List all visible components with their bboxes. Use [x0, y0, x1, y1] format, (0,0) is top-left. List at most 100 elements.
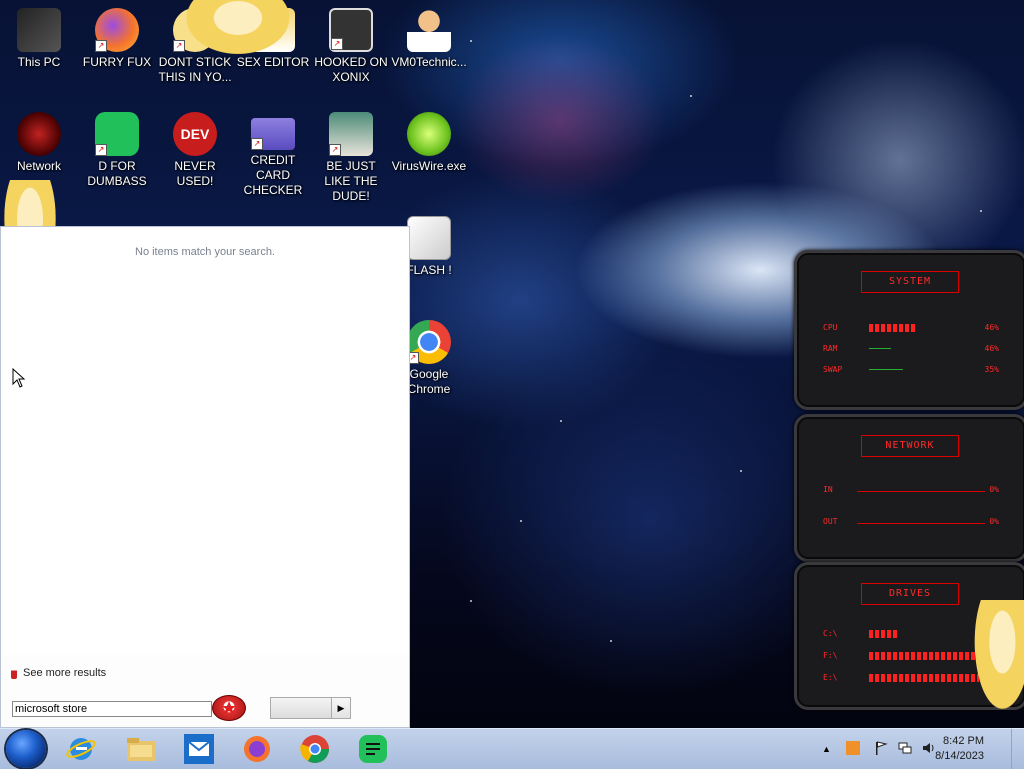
- lime-icon: [407, 112, 451, 156]
- chat-bubble-green-icon: ↗: [95, 112, 139, 156]
- see-more-results-link[interactable]: See more results: [11, 667, 106, 679]
- system-monitor-gadget: SYSTEM CPU 46% RAM 46% SWAP 35%: [794, 250, 1024, 410]
- tray-app-icon[interactable]: [846, 741, 860, 755]
- desktop-icon-furry-fux[interactable]: ↗ FURRY FUX: [78, 8, 156, 70]
- desktop-icon-d-for-dumbass[interactable]: ↗ D FOR DUMBASS: [78, 112, 156, 189]
- desktop-icon-label: This PC: [17, 55, 61, 69]
- desktop-icon-label: NEVER USED!: [174, 159, 216, 188]
- clock-date: 8/14/2023: [935, 750, 984, 762]
- drive-f-label: F:\: [823, 651, 838, 660]
- search-star-button[interactable]: [212, 695, 246, 721]
- cpu-label: CPU: [823, 323, 838, 332]
- chrome-icon: [300, 735, 329, 763]
- desktop-icon-network[interactable]: Network: [0, 112, 78, 174]
- flag-icon[interactable]: [874, 741, 888, 755]
- taskbar-green-app[interactable]: [356, 732, 390, 766]
- cartoon-character-sticker: [178, 0, 298, 60]
- star-icon: [222, 701, 236, 714]
- desktop-icon-this-pc[interactable]: This PC: [0, 8, 78, 70]
- bearded-man-icon: ↗: [329, 112, 373, 156]
- mouse-cursor-icon: [12, 368, 26, 388]
- bottle-icon: [11, 667, 17, 679]
- flash-player-icon: [407, 216, 451, 260]
- network-out-graph: [857, 523, 985, 524]
- desktop-icon-label: HOOKED ON XONIX: [314, 55, 388, 84]
- cartoon-character-sticker: [970, 600, 1024, 720]
- taskbar-firefox[interactable]: [240, 732, 274, 766]
- cpu-bar: [869, 324, 915, 332]
- no-results-message: No items match your search.: [135, 246, 275, 258]
- ram-bar: [869, 348, 891, 349]
- xonix-game-icon: ↗: [329, 8, 373, 52]
- tray-overflow-arrow[interactable]: ▲: [822, 744, 832, 758]
- cpu-row: CPU 46%: [823, 321, 999, 335]
- desktop-icon-label: BE JUST LIKE THE DUDE!: [324, 159, 378, 203]
- network-out-label: OUT: [823, 517, 838, 526]
- chat-bubble-green-icon: [359, 735, 387, 763]
- tray-clock[interactable]: 8:42 PM 8/14/2023: [935, 734, 984, 764]
- chrome-icon: ↗: [407, 320, 451, 364]
- desktop-icon-never-used[interactable]: DEV NEVER USED!: [156, 112, 234, 189]
- ram-row: RAM 46%: [823, 342, 999, 356]
- firefox-icon: ↗: [95, 8, 139, 52]
- shutdown-button[interactable]: [270, 697, 332, 719]
- desktop-icon-viruswire[interactable]: VirusWire.exe: [390, 112, 468, 174]
- network-out-value: 0%: [989, 517, 999, 526]
- drive-c-label: C:\: [823, 629, 838, 638]
- credit-card-icon: ↗: [251, 118, 295, 150]
- desktop-icon-label: VirusWire.exe: [391, 159, 467, 173]
- search-results-area: No items match your search.: [1, 227, 409, 655]
- start-button[interactable]: [6, 730, 46, 768]
- taskbar-mail[interactable]: [182, 732, 216, 766]
- desktop-icon-label: Network: [16, 159, 61, 173]
- network-status-icon[interactable]: [898, 741, 912, 755]
- system-title: SYSTEM: [861, 271, 959, 293]
- desktop-icon-be-just-like-the-dude[interactable]: ↗ BE JUST LIKE THE DUDE!: [312, 112, 390, 204]
- swap-value: 35%: [984, 365, 999, 374]
- folder-icon: [127, 738, 155, 761]
- taskbar-chrome[interactable]: [298, 732, 332, 766]
- swap-row: SWAP 35%: [823, 363, 999, 377]
- dev-cpp-icon: DEV: [173, 112, 217, 156]
- desktop-icon-label: FURRY FUX: [82, 55, 152, 69]
- ram-value: 46%: [984, 344, 999, 353]
- drive-e-label: E:\: [823, 673, 838, 682]
- swap-bar: [869, 369, 903, 370]
- drive-f-bar: [869, 652, 979, 660]
- volume-icon[interactable]: [922, 741, 936, 755]
- ram-label: RAM: [823, 344, 838, 353]
- technician-person-icon: [407, 8, 451, 52]
- start-search-input[interactable]: [12, 701, 212, 717]
- network-monitor-gadget: NETWORK IN 0% OUT 0%: [794, 414, 1024, 562]
- drive-c-bar: [869, 630, 899, 638]
- drive-e-bar: [869, 674, 979, 682]
- network-in-label: IN: [823, 485, 833, 494]
- shutdown-options-arrow[interactable]: ▶: [331, 697, 351, 719]
- firefox-icon: [244, 736, 270, 762]
- network-globe-icon: [17, 112, 61, 156]
- desktop-icon-credit-card-checker[interactable]: ↗ CREDIT CARD CHECKER: [234, 112, 312, 198]
- start-menu-panel: No items match your search. See more res…: [0, 226, 410, 728]
- network-in-value: 0%: [989, 485, 999, 494]
- internet-explorer-icon: [66, 738, 96, 760]
- network-in-graph: [857, 491, 985, 492]
- clock-time: 8:42 PM: [943, 735, 984, 747]
- cpu-value: 46%: [984, 323, 999, 332]
- show-desktop-button[interactable]: [1011, 729, 1024, 769]
- drives-title: DRIVES: [861, 583, 959, 605]
- network-out-row: OUT 0%: [823, 515, 999, 529]
- desktop-icon-label: VM0Technic...: [391, 55, 467, 69]
- taskbar-internet-explorer[interactable]: [64, 732, 98, 766]
- taskbar: ▲ 8:42 PM 8/14/2023: [0, 728, 1024, 769]
- desktop-icon-vm0technic[interactable]: VM0Technic...: [390, 8, 468, 70]
- network-title: NETWORK: [861, 435, 959, 457]
- desktop-icon-label: CREDIT CARD CHECKER: [243, 153, 303, 197]
- swap-label: SWAP: [823, 365, 843, 374]
- desktop-icon-label: D FOR DUMBASS: [87, 159, 147, 188]
- network-in-row: IN 0%: [823, 483, 999, 497]
- this-pc-icon: [17, 8, 61, 52]
- see-more-label: See more results: [23, 667, 107, 679]
- taskbar-file-explorer[interactable]: [124, 732, 158, 766]
- mail-icon: [184, 734, 214, 764]
- desktop-icon-hooked-on-xonix[interactable]: ↗ HOOKED ON XONIX: [312, 8, 390, 85]
